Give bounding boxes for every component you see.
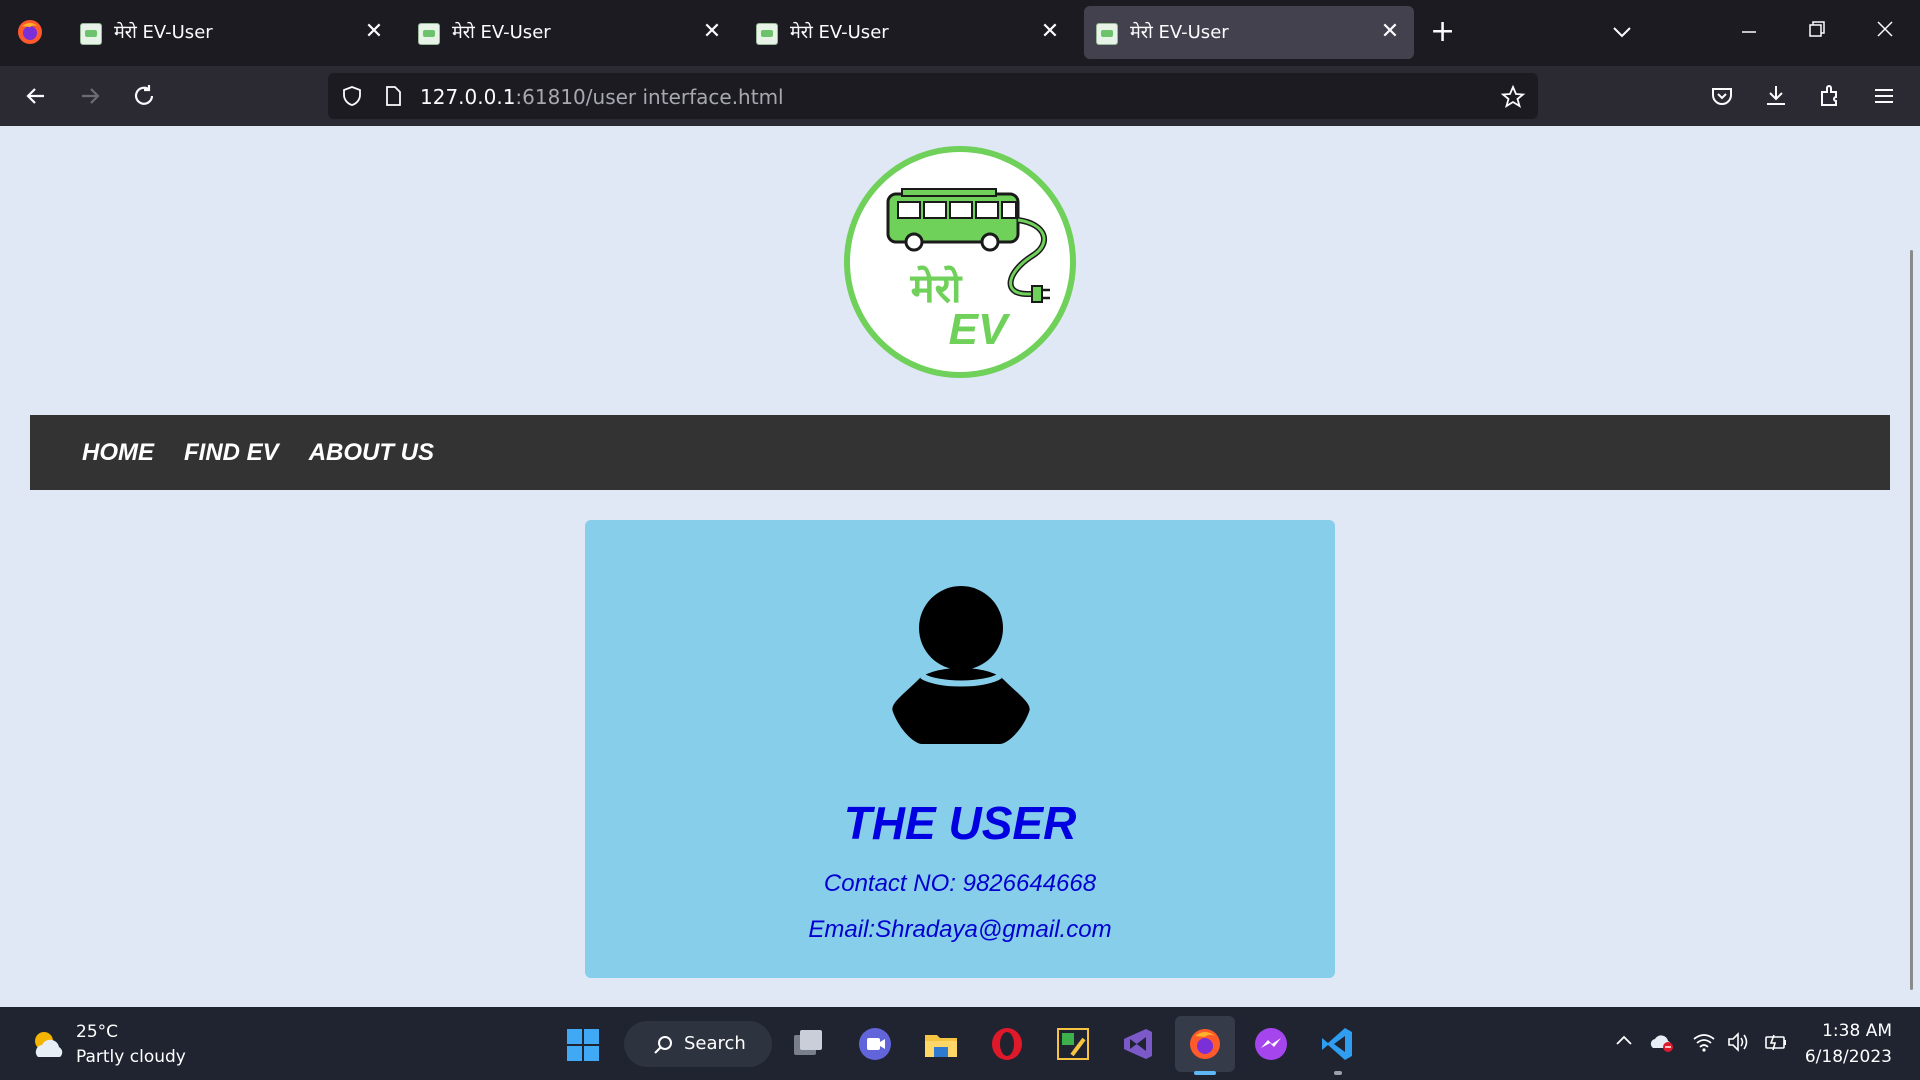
url-host: 127.0.0.1 <box>420 85 516 109</box>
pocket-icon[interactable] <box>1708 82 1736 110</box>
partly-cloudy-icon[interactable] <box>28 1027 68 1063</box>
task-view-icon[interactable] <box>790 1025 828 1063</box>
browser-tab-3[interactable]: मेरो EV-User ✕ <box>744 6 1074 59</box>
site-favicon-icon <box>80 23 102 45</box>
vscode-icon[interactable] <box>1318 1025 1356 1063</box>
browser-tab-2[interactable]: मेरो EV-User ✕ <box>406 6 736 59</box>
restore-window-icon[interactable] <box>1806 18 1828 40</box>
messenger-icon[interactable] <box>1252 1025 1290 1063</box>
close-tab-icon[interactable]: ✕ <box>360 18 388 46</box>
show-hidden-icons-chevron-icon[interactable] <box>1614 1031 1634 1051</box>
site-favicon-icon <box>418 23 440 45</box>
url-text[interactable]: 127.0.0.1:61810/user interface.html <box>420 85 784 109</box>
forward-arrow-icon[interactable] <box>76 82 104 110</box>
site-logo: मेरो EV <box>844 146 1076 378</box>
taskbar-search-box[interactable]: Search <box>624 1021 772 1067</box>
tab-strip: मेरो EV-User ✕ मेरो EV-User ✕ मेरो EV-Us… <box>0 0 1920 66</box>
volume-icon[interactable] <box>1726 1031 1752 1053</box>
firefox-menu-icon[interactable] <box>16 18 44 46</box>
user-avatar-icon <box>892 586 1030 744</box>
windows-start-icon[interactable] <box>566 1028 600 1062</box>
scrollbar-thumb[interactable] <box>1910 250 1913 990</box>
visual-studio-icon[interactable] <box>1120 1025 1158 1063</box>
profile-email: Email:Shradaya@gmail.com <box>808 916 1112 943</box>
running-app-indicator <box>1334 1071 1342 1075</box>
clock-time[interactable]: 1:38 AM <box>1820 1021 1892 1041</box>
hamburger-menu-icon[interactable] <box>1870 82 1898 110</box>
firefox-taskbar-icon[interactable] <box>1186 1025 1224 1063</box>
browser-tab-1[interactable]: मेरो EV-User ✕ <box>68 6 398 59</box>
close-tab-icon[interactable]: ✕ <box>1036 18 1064 46</box>
browser-tab-4-active[interactable]: मेरो EV-User ✕ <box>1084 6 1414 59</box>
active-app-indicator <box>1194 1071 1216 1075</box>
developer-tools-app-icon[interactable] <box>1054 1025 1092 1063</box>
clock-date[interactable]: 6/18/2023 <box>1800 1047 1892 1067</box>
search-label: Search <box>684 1033 746 1054</box>
reload-icon[interactable] <box>130 82 158 110</box>
nav-link-find-ev[interactable]: FIND EV <box>184 439 279 467</box>
profile-contact: Contact NO: 9826644668 <box>823 870 1097 897</box>
tab-title: मेरो EV-User <box>114 22 213 43</box>
site-favicon-icon <box>1096 23 1118 45</box>
list-all-tabs-icon[interactable] <box>1610 20 1634 44</box>
teams-chat-icon[interactable] <box>856 1025 894 1063</box>
nav-link-home[interactable]: HOME <box>82 439 154 467</box>
logo-text-ev: EV <box>949 305 1011 354</box>
url-bar[interactable]: 127.0.0.1:61810/user interface.html <box>328 73 1538 119</box>
search-icon <box>654 1036 672 1054</box>
site-favicon-icon <box>756 23 778 45</box>
nav-link-about-us[interactable]: ABOUT US <box>309 439 434 467</box>
site-navigation: HOME FIND EV ABOUT US <box>30 415 1890 490</box>
downloads-icon[interactable] <box>1762 82 1790 110</box>
user-profile-card: THE USER Contact NO: 9826644668 Email:Sh… <box>585 520 1335 978</box>
profile-name: THE USER <box>843 797 1077 849</box>
windows-taskbar: 25°C Partly cloudy Search 1:38 AM 6/18/2… <box>0 1007 1920 1080</box>
tab-title: मेरो EV-User <box>452 22 551 43</box>
page-info-icon[interactable] <box>382 84 404 108</box>
file-explorer-icon[interactable] <box>922 1025 960 1063</box>
close-window-icon[interactable] <box>1874 18 1896 40</box>
extensions-icon[interactable] <box>1816 82 1844 110</box>
close-tab-icon[interactable]: ✕ <box>1376 18 1404 46</box>
new-tab-button[interactable]: + <box>1430 16 1455 48</box>
tab-title: मेरो EV-User <box>1130 22 1229 43</box>
battery-charging-icon[interactable] <box>1762 1031 1788 1053</box>
weather-description[interactable]: Partly cloudy <box>76 1047 186 1067</box>
back-arrow-icon[interactable] <box>22 82 50 110</box>
shield-icon[interactable] <box>340 84 364 108</box>
opera-browser-icon[interactable] <box>988 1025 1026 1063</box>
onedrive-icon[interactable] <box>1648 1031 1674 1053</box>
browser-navbar: 127.0.0.1:61810/user interface.html <box>0 66 1920 126</box>
tab-title: मेरो EV-User <box>790 22 889 43</box>
wifi-icon[interactable] <box>1692 1031 1716 1053</box>
close-tab-icon[interactable]: ✕ <box>698 18 726 46</box>
weather-temperature[interactable]: 25°C <box>76 1022 118 1042</box>
url-path: :61810/user interface.html <box>515 85 784 109</box>
minimize-window-icon[interactable] <box>1738 18 1760 40</box>
bookmark-star-icon[interactable] <box>1500 84 1526 110</box>
